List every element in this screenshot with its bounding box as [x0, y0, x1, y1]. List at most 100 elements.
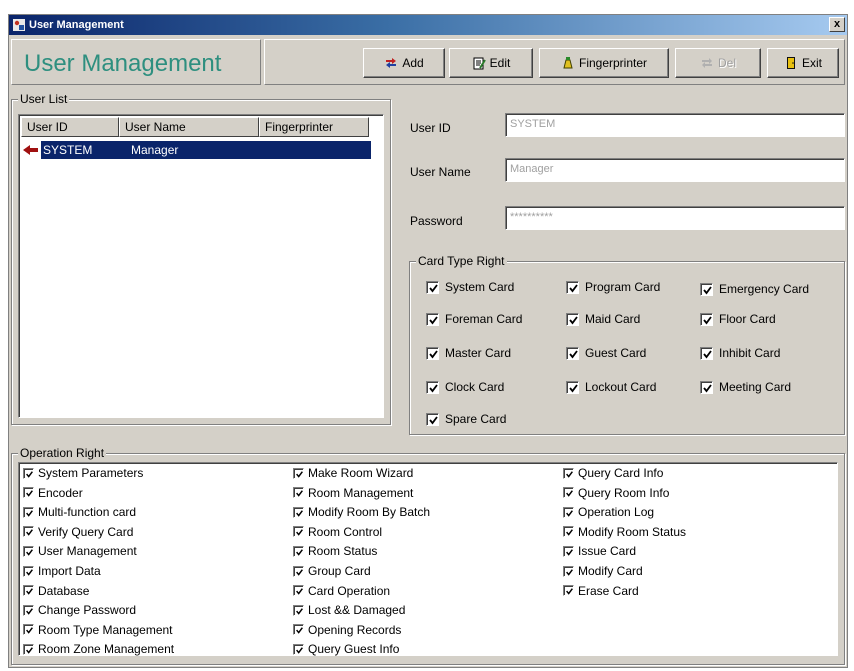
operation-right-item[interactable]: Issue Card	[563, 544, 636, 558]
checkbox-box[interactable]	[293, 467, 304, 479]
checkbox-box[interactable]	[700, 380, 713, 394]
checkbox-lockout-card[interactable]: Lockout Card	[566, 380, 656, 394]
operation-right-item[interactable]: Operation Log	[563, 505, 654, 519]
checkbox-box[interactable]	[293, 604, 304, 616]
checkbox-box[interactable]	[426, 380, 439, 394]
checkbox-system-card[interactable]: System Card	[426, 280, 514, 294]
checkbox-spare-card[interactable]: Spare Card	[426, 412, 506, 426]
checkbox-box[interactable]	[23, 467, 34, 479]
operation-right-item[interactable]: System Parameters	[23, 466, 143, 480]
checkbox-program-card[interactable]: Program Card	[566, 280, 660, 294]
add-button[interactable]: Add	[363, 48, 445, 78]
close-button[interactable]: x	[829, 17, 845, 32]
checkbox-box[interactable]	[23, 565, 34, 577]
operation-right-item[interactable]: Multi-function card	[23, 505, 136, 519]
checkbox-box[interactable]	[700, 312, 713, 326]
checkbox-emergency-card[interactable]: Emergency Card	[700, 282, 809, 296]
checkbox-box[interactable]	[563, 467, 574, 479]
delete-icon	[701, 58, 712, 68]
operation-right-item[interactable]: Modify Room By Batch	[293, 505, 430, 519]
user-list-view[interactable]: User ID User Name Fingerprinter SYSTEM M…	[18, 114, 384, 418]
operation-right-item[interactable]: Room Type Management	[23, 623, 173, 637]
checkbox-box[interactable]	[426, 346, 439, 360]
checkbox-box[interactable]	[23, 487, 34, 499]
checkbox-box[interactable]	[23, 585, 34, 597]
checkbox-inhibit-card[interactable]: Inhibit Card	[700, 346, 780, 360]
checkbox-box[interactable]	[293, 624, 304, 636]
user-id-field[interactable]: SYSTEM	[505, 113, 845, 137]
checkbox-box[interactable]	[293, 643, 304, 655]
column-header-user-name[interactable]: User Name	[119, 117, 259, 137]
operation-right-item[interactable]: Query Room Info	[563, 486, 669, 500]
checkbox-box[interactable]	[23, 506, 34, 518]
checkbox-box[interactable]	[293, 545, 304, 557]
checkbox-box[interactable]	[563, 565, 574, 577]
delete-button[interactable]: Del	[675, 48, 761, 78]
checkbox-label: Encoder	[38, 485, 83, 500]
table-row[interactable]: SYSTEM Manager	[21, 140, 371, 160]
operation-right-item[interactable]: Room Status	[293, 544, 377, 558]
checkbox-label: Clock Card	[445, 380, 505, 394]
checkbox-box[interactable]	[563, 526, 574, 538]
checkbox-box[interactable]	[426, 412, 439, 426]
operation-right-item[interactable]: Group Card	[293, 564, 371, 578]
user-name-field[interactable]: Manager	[505, 158, 845, 182]
checkbox-box[interactable]	[563, 545, 574, 557]
password-field[interactable]: **********	[505, 206, 845, 230]
checkbox-box[interactable]	[563, 585, 574, 597]
operation-right-item[interactable]: Modify Card	[563, 564, 643, 578]
operation-right-item[interactable]: Card Operation	[293, 584, 390, 598]
checkbox-box[interactable]	[293, 506, 304, 518]
checkbox-box[interactable]	[293, 487, 304, 499]
operation-right-item[interactable]: Change Password	[23, 603, 136, 617]
operation-right-item[interactable]: Database	[23, 584, 89, 598]
checkbox-box[interactable]	[293, 526, 304, 538]
operation-right-item[interactable]: Erase Card	[563, 584, 639, 598]
checkbox-foreman-card[interactable]: Foreman Card	[426, 312, 522, 326]
checkbox-guest-card[interactable]: Guest Card	[566, 346, 646, 360]
checkbox-box[interactable]	[700, 282, 713, 296]
operation-right-list[interactable]: System Parameters Encoder Multi-function c…	[18, 462, 838, 656]
checkbox-clock-card[interactable]: Clock Card	[426, 380, 504, 394]
checkbox-label: Query Card Info	[578, 466, 664, 480]
operation-right-item[interactable]: User Management	[23, 544, 137, 558]
checkbox-box[interactable]	[566, 280, 579, 294]
fingerprinter-button[interactable]: Fingerprinter	[539, 48, 669, 78]
checkbox-box[interactable]	[426, 312, 439, 326]
checkbox-box[interactable]	[23, 643, 34, 655]
operation-right-item[interactable]: Import Data	[23, 564, 101, 578]
operation-right-item[interactable]: Lost && Damaged	[293, 603, 405, 617]
operation-right-item[interactable]: Query Guest Info	[293, 642, 399, 656]
operation-right-item[interactable]: Room Control	[293, 525, 382, 539]
checkbox-box[interactable]	[700, 346, 713, 360]
checkbox-box[interactable]	[566, 346, 579, 360]
operation-right-item[interactable]: Opening Records	[293, 623, 401, 637]
checkbox-box[interactable]	[293, 565, 304, 577]
operation-right-item[interactable]: Modify Room Status	[563, 525, 686, 539]
checkbox-floor-card[interactable]: Floor Card	[700, 312, 776, 326]
checkbox-box[interactable]	[23, 604, 34, 616]
operation-right-item[interactable]: Encoder	[23, 486, 83, 500]
checkbox-box[interactable]	[293, 585, 304, 597]
exit-button[interactable]: Exit	[767, 48, 839, 78]
checkbox-box[interactable]	[566, 380, 579, 394]
column-header-fingerprinter[interactable]: Fingerprinter	[259, 117, 369, 137]
operation-right-item[interactable]: Verify Query Card	[23, 525, 133, 539]
column-header-user-id[interactable]: User ID	[21, 117, 119, 137]
operation-right-item[interactable]: Room Management	[293, 486, 413, 500]
checkbox-box[interactable]	[23, 624, 34, 636]
checkbox-box[interactable]	[563, 506, 574, 518]
checkbox-box[interactable]	[426, 280, 439, 294]
edit-button[interactable]: Edit	[449, 48, 533, 78]
checkbox-box[interactable]	[23, 526, 34, 538]
checkbox-box[interactable]	[566, 312, 579, 326]
checkbox-meeting-card[interactable]: Meeting Card	[700, 380, 791, 394]
checkbox-box[interactable]	[23, 545, 34, 557]
checkbox-maid-card[interactable]: Maid Card	[566, 312, 640, 326]
operation-right-item[interactable]: Query Card Info	[563, 466, 663, 480]
checkbox-master-card[interactable]: Master Card	[426, 346, 511, 360]
title-bar[interactable]: User Management x	[9, 15, 847, 35]
checkbox-box[interactable]	[563, 487, 574, 499]
operation-right-item[interactable]: Make Room Wizard	[293, 466, 413, 480]
operation-right-item[interactable]: Room Zone Management	[23, 642, 174, 656]
